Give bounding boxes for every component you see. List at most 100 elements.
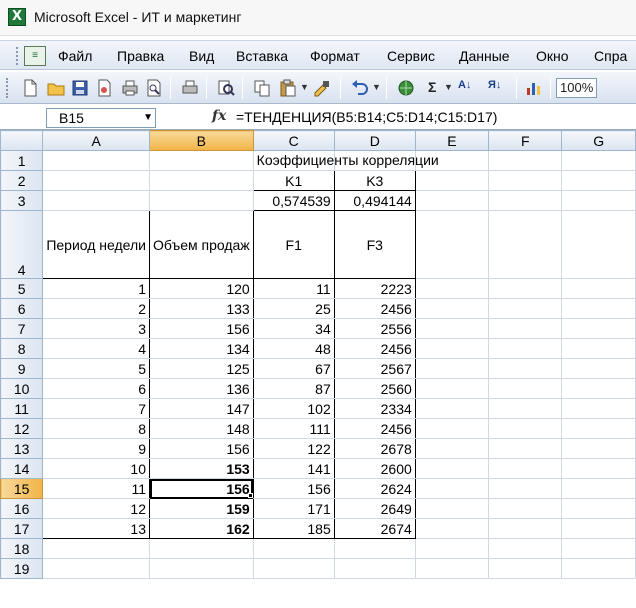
menu-data[interactable]: Данные — [459, 48, 510, 64]
cell-g5[interactable] — [561, 278, 636, 299]
format-painter-icon[interactable] — [312, 78, 332, 98]
menu-edit[interactable]: Правка — [117, 48, 164, 64]
cell-d17[interactable]: 2674 — [333, 518, 416, 539]
row-header-9[interactable]: 9 — [0, 358, 44, 379]
cell-a3[interactable] — [42, 190, 150, 211]
row-header-14[interactable]: 14 — [0, 458, 44, 479]
autosum-dropdown-icon[interactable]: ▼ — [444, 82, 453, 92]
cell-f14[interactable] — [488, 458, 563, 479]
cell-e6[interactable] — [414, 298, 490, 319]
cell-e18[interactable] — [414, 538, 490, 559]
cell-d3[interactable]: 0,494144 — [333, 190, 416, 211]
cell-e4[interactable] — [414, 210, 490, 279]
cell-g7[interactable] — [561, 318, 636, 339]
cell-a18[interactable] — [42, 538, 150, 559]
cell-e2[interactable] — [414, 170, 490, 191]
cell-g6[interactable] — [561, 298, 636, 319]
menu-tools[interactable]: Сервис — [387, 48, 435, 64]
cell-c19[interactable] — [252, 558, 335, 579]
cell-b6[interactable]: 133 — [149, 298, 254, 319]
cell-a10[interactable]: 6 — [42, 378, 150, 399]
cell-a2[interactable] — [42, 170, 150, 191]
cell-f6[interactable] — [488, 298, 563, 319]
cell-b12[interactable]: 148 — [149, 418, 254, 439]
cell-b5[interactable]: 120 — [149, 278, 254, 299]
cell-f9[interactable] — [488, 358, 563, 379]
row-header-6[interactable]: 6 — [0, 298, 44, 319]
cell-f5[interactable] — [488, 278, 563, 299]
cell-g3[interactable] — [561, 190, 636, 211]
print-icon[interactable] — [120, 78, 140, 98]
column-header-a[interactable]: A — [42, 130, 150, 151]
cell-e8[interactable] — [414, 338, 490, 359]
copy-icon[interactable] — [252, 78, 272, 98]
paste-dropdown-icon[interactable]: ▼ — [300, 82, 309, 92]
cell-d4[interactable]: F3 — [333, 210, 416, 279]
cell-c2[interactable]: K1 — [252, 170, 335, 191]
insert-function-icon[interactable]: fx — [212, 108, 226, 124]
cell-e16[interactable] — [414, 498, 490, 519]
cell-g4[interactable] — [561, 210, 636, 279]
cell-a6[interactable]: 2 — [42, 298, 150, 319]
paste-icon[interactable] — [278, 78, 298, 98]
cell-b17[interactable]: 162 — [149, 518, 254, 539]
cell-d7[interactable]: 2556 — [333, 318, 416, 339]
menu-format[interactable]: Формат — [310, 48, 360, 64]
cell-d15[interactable]: 2624 — [333, 478, 416, 499]
row-header-12[interactable]: 12 — [0, 418, 44, 439]
cell-g9[interactable] — [561, 358, 636, 379]
cell-f3[interactable] — [488, 190, 563, 211]
research-icon[interactable] — [216, 78, 236, 98]
select-all-corner[interactable] — [0, 130, 44, 151]
cell-d19[interactable] — [333, 558, 416, 579]
cell-f4[interactable] — [488, 210, 563, 279]
cell-d9[interactable]: 2567 — [333, 358, 416, 379]
cell-g15[interactable] — [561, 478, 636, 499]
cell-g19[interactable] — [561, 558, 636, 579]
cell-d10[interactable]: 2560 — [333, 378, 416, 399]
row-header-1[interactable]: 1 — [0, 150, 44, 171]
sort-descending-button[interactable]: Я↓ — [488, 79, 501, 91]
cell-e14[interactable] — [414, 458, 490, 479]
cell-e13[interactable] — [414, 438, 490, 459]
cell-b10[interactable]: 136 — [149, 378, 254, 399]
cell-d11[interactable]: 2334 — [333, 398, 416, 419]
cell-f15[interactable] — [488, 478, 563, 499]
cell-b2[interactable] — [149, 170, 254, 191]
cell-g13[interactable] — [561, 438, 636, 459]
cell-a16[interactable]: 12 — [42, 498, 150, 519]
cell-c7[interactable]: 34 — [252, 318, 335, 339]
cell-d8[interactable]: 2456 — [333, 338, 416, 359]
cell-g10[interactable] — [561, 378, 636, 399]
cell-g17[interactable] — [561, 518, 636, 539]
cell-f2[interactable] — [488, 170, 563, 191]
row-header-7[interactable]: 7 — [0, 318, 44, 339]
cell-e7[interactable] — [414, 318, 490, 339]
row-header-3[interactable]: 3 — [0, 190, 44, 211]
row-header-18[interactable]: 18 — [0, 538, 44, 559]
cell-c11[interactable]: 102 — [252, 398, 335, 419]
cell-c10[interactable]: 87 — [252, 378, 335, 399]
menu-help[interactable]: Спра — [594, 48, 627, 64]
name-box-dropdown-icon[interactable]: ▼ — [143, 109, 153, 127]
cell-d18[interactable] — [333, 538, 416, 559]
row-header-11[interactable]: 11 — [0, 398, 44, 419]
cell-b14[interactable]: 153 — [149, 458, 254, 479]
cell-a8[interactable]: 4 — [42, 338, 150, 359]
cell-f17[interactable] — [488, 518, 563, 539]
cell-d16[interactable]: 2649 — [333, 498, 416, 519]
cell-a11[interactable]: 7 — [42, 398, 150, 419]
cell-g16[interactable] — [561, 498, 636, 519]
cell-g14[interactable] — [561, 458, 636, 479]
cell-a9[interactable]: 5 — [42, 358, 150, 379]
cell-b16[interactable]: 159 — [149, 498, 254, 519]
quick-print-icon[interactable] — [180, 78, 200, 98]
cell-c1[interactable]: Коэффициенты корреляции — [252, 150, 439, 171]
row-header-19[interactable]: 19 — [0, 558, 44, 579]
cell-c9[interactable]: 67 — [252, 358, 335, 379]
cell-c12[interactable]: 111 — [252, 418, 335, 439]
cell-e9[interactable] — [414, 358, 490, 379]
cell-a17[interactable]: 13 — [42, 518, 150, 539]
cell-c16[interactable]: 171 — [252, 498, 335, 519]
cell-f16[interactable] — [488, 498, 563, 519]
